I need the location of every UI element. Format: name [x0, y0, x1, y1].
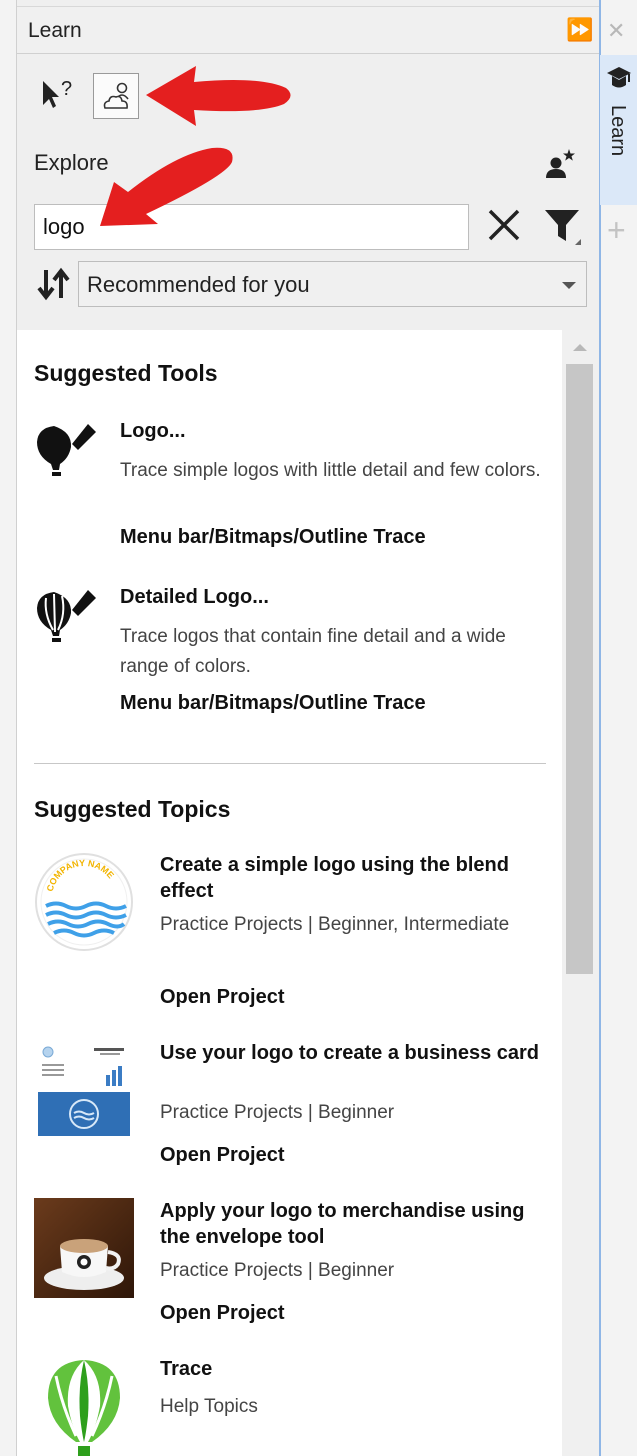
scroll-up-arrow-icon[interactable] — [573, 344, 587, 351]
detailed-logo-trace-icon — [34, 586, 100, 651]
whats-this-button[interactable]: ? — [37, 75, 77, 118]
red-arrow-annotation — [100, 147, 233, 226]
cloud-user-toggle-button[interactable] — [93, 73, 139, 119]
topic-title: Trace — [160, 1358, 213, 1380]
topic-item[interactable]: Use your logo to create a business card … — [34, 1040, 554, 1180]
add-tab-plus-icon[interactable]: + — [607, 212, 626, 249]
topic-title: Create a simple logo using the blend eff… — [160, 854, 509, 902]
tool-menu-path: Menu bar/Bitmaps/Outline Trace — [120, 692, 426, 714]
open-project-link[interactable]: Open Project — [160, 986, 284, 1009]
svg-text:?: ? — [61, 78, 72, 100]
open-project-link[interactable]: Open Project — [160, 1144, 284, 1167]
topic-title: Use your logo to create a business card — [160, 1042, 540, 1064]
close-icon[interactable]: ✕ — [607, 18, 625, 44]
topic-meta: Practice Projects | Beginner, Intermedia… — [160, 914, 510, 935]
scrollbar-thumb[interactable] — [566, 364, 593, 974]
pointer-question-icon: ? — [43, 78, 72, 108]
sort-selected-value: Recommended for you — [87, 272, 310, 297]
tab-learn-label: Learn — [607, 105, 629, 157]
clear-search-icon[interactable] — [485, 206, 523, 249]
topic-meta: Help Topics — [160, 1396, 258, 1417]
tool-menu-path: Menu bar/Bitmaps/Outline Trace — [120, 526, 426, 548]
tool-description: Trace logos that contain fine detail and… — [120, 626, 506, 677]
expert-star-user-icon[interactable] — [543, 147, 577, 186]
cloud-user-icon — [103, 82, 129, 109]
business-card-thumbnail — [34, 1040, 134, 1140]
left-edge-bar — [0, 0, 17, 1456]
sort-dropdown[interactable]: Recommended for you — [78, 261, 587, 307]
topic-title: Apply your logo to merchandise using the… — [160, 1200, 525, 1248]
coffee-mug-thumbnail — [34, 1198, 134, 1298]
blend-logo-thumbnail: COMPANY NAME — [34, 852, 134, 952]
open-project-link[interactable]: Open Project — [160, 1302, 284, 1325]
collapse-double-arrow-icon[interactable]: ⏩ — [566, 17, 593, 43]
tab-learn[interactable]: Learn — [600, 55, 637, 205]
tool-item[interactable]: Logo... Trace simple logos with little d… — [34, 420, 554, 560]
logo-trace-icon — [34, 420, 100, 485]
panel-title: Learn — [28, 19, 82, 42]
topic-meta: Practice Projects | Beginner — [160, 1260, 395, 1281]
suggested-tools-heading: Suggested Tools — [34, 360, 218, 386]
tool-item[interactable]: Detailed Logo... Trace logos that contai… — [34, 586, 554, 726]
sort-order-icon[interactable] — [37, 267, 71, 306]
results-scrollbar[interactable] — [562, 330, 599, 1456]
topic-item[interactable]: Trace Help Topics — [34, 1356, 554, 1456]
tool-name: Logo... — [120, 420, 186, 442]
topic-item[interactable]: COMPANY NAME Create a simple logo using … — [34, 852, 554, 1022]
topic-meta: Practice Projects | Beginner — [160, 1102, 395, 1123]
topic-item[interactable]: Apply your logo to merchandise using the… — [34, 1198, 554, 1338]
red-arrow-annotation — [146, 66, 291, 126]
graduation-cap-icon — [607, 67, 631, 88]
section-divider — [34, 763, 546, 764]
panel-titlebar: Learn ⏩ — [17, 6, 599, 54]
results-list: Suggested Tools Logo... Trace simple log… — [17, 330, 562, 1456]
tool-name: Detailed Logo... — [120, 586, 269, 608]
suggested-topics-heading: Suggested Topics — [34, 796, 231, 822]
tool-description: Trace simple logos with little detail an… — [120, 460, 541, 481]
filter-icon[interactable] — [543, 207, 583, 252]
trace-balloon-thumbnail — [34, 1356, 134, 1456]
chevron-down-icon — [562, 282, 576, 289]
